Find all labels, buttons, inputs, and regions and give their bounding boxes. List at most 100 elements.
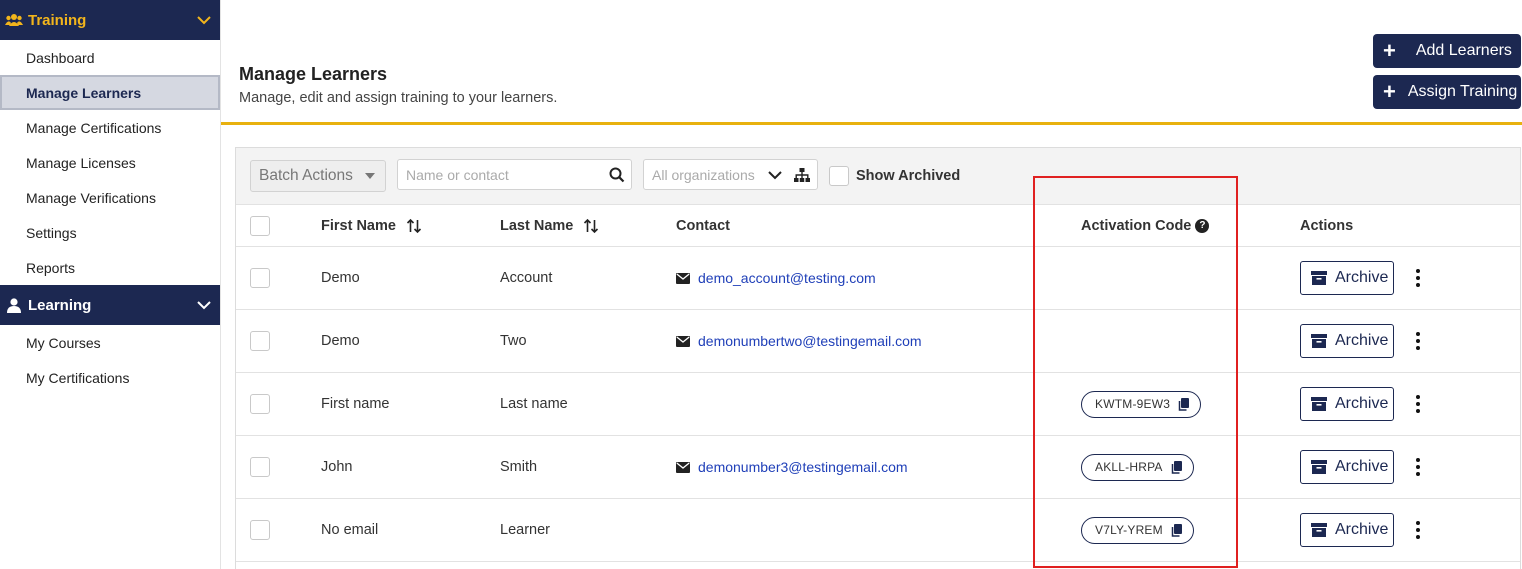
email-link[interactable]: demonumbertwo@testingemail.com bbox=[698, 333, 922, 349]
cell-last-name: Two bbox=[500, 333, 527, 349]
more-options-icon[interactable] bbox=[1412, 454, 1424, 480]
table-row: No email Learner V7LY-YREM Archive bbox=[236, 499, 1520, 562]
activation-code-value: V7LY-YREM bbox=[1095, 523, 1163, 537]
cell-activation-code: V7LY-YREM bbox=[1081, 499, 1194, 561]
add-learners-button[interactable]: + Add Learners bbox=[1373, 34, 1521, 68]
archive-box-icon bbox=[1311, 397, 1327, 411]
column-header-contact: Contact bbox=[676, 217, 730, 234]
hierarchy-icon[interactable] bbox=[794, 168, 810, 182]
organization-select[interactable]: All organizations bbox=[643, 159, 818, 190]
table-header: First Name Last Name Contact Activation … bbox=[236, 205, 1520, 247]
email-link[interactable]: demonumber3@testingemail.com bbox=[698, 459, 908, 475]
help-icon[interactable]: ? bbox=[1195, 218, 1210, 233]
email-link[interactable]: demo_account@testing.com bbox=[698, 270, 876, 286]
show-archived-label: Show Archived bbox=[856, 168, 961, 184]
archive-label: Archive bbox=[1335, 458, 1389, 475]
show-archived-toggle[interactable]: Show Archived bbox=[829, 166, 960, 186]
activation-code-pill[interactable]: V7LY-YREM bbox=[1081, 516, 1194, 544]
row-checkbox[interactable] bbox=[250, 520, 270, 540]
batch-actions-dropdown[interactable]: Batch Actions bbox=[250, 160, 386, 192]
header-divider bbox=[221, 122, 1522, 125]
cell-first-name: No email bbox=[321, 522, 379, 538]
table-row: Demo Account demo_account@testing.com Archi… bbox=[236, 247, 1520, 310]
archive-label: Archive bbox=[1335, 395, 1389, 412]
cell-contact: demonumber3@testingemail.com bbox=[676, 436, 908, 498]
sidebar-item-my-courses[interactable]: My Courses bbox=[0, 325, 220, 360]
copy-icon[interactable] bbox=[1171, 523, 1182, 537]
table-row: John Smith demonumber3@testingemail.com AKL… bbox=[236, 436, 1520, 499]
sidebar-section-learning[interactable]: Learning bbox=[0, 285, 220, 325]
table-row: Demo Two demonumbertwo@testingemail.com Arc… bbox=[236, 310, 1520, 373]
assign-training-label: Assign Training bbox=[1407, 83, 1518, 100]
sidebar-item-manage-licenses[interactable]: Manage Licenses bbox=[0, 145, 220, 180]
search-icon[interactable] bbox=[609, 167, 625, 183]
sidebar-item-dashboard[interactable]: Dashboard bbox=[0, 40, 220, 75]
archive-button[interactable]: Archive bbox=[1300, 513, 1394, 547]
cell-last-name: Learner bbox=[500, 522, 550, 538]
assign-training-button[interactable]: + Assign Training bbox=[1373, 75, 1521, 109]
row-checkbox[interactable] bbox=[250, 394, 270, 414]
chevron-down-icon bbox=[197, 301, 211, 310]
batch-actions-label: Batch Actions bbox=[259, 167, 353, 184]
column-header-first-name[interactable]: First Name bbox=[321, 205, 422, 246]
archive-box-icon bbox=[1311, 271, 1327, 285]
archive-button[interactable]: Archive bbox=[1300, 324, 1394, 358]
cell-contact: demo_account@testing.com bbox=[676, 247, 876, 309]
sidebar-item-settings[interactable]: Settings bbox=[0, 215, 220, 250]
archive-box-icon bbox=[1311, 460, 1327, 474]
cell-actions: Archive bbox=[1300, 247, 1424, 309]
cell-first-name: John bbox=[321, 459, 353, 475]
sort-icon[interactable] bbox=[583, 218, 599, 234]
more-options-icon[interactable] bbox=[1412, 328, 1424, 354]
sidebar-section-label: Learning bbox=[28, 296, 92, 314]
cell-first-name: First name bbox=[321, 396, 390, 412]
archive-box-icon bbox=[1311, 523, 1327, 537]
activation-code-value: KWTM-9EW3 bbox=[1095, 397, 1171, 411]
cell-actions: Archive bbox=[1300, 499, 1424, 561]
copy-icon[interactable] bbox=[1178, 397, 1190, 411]
sidebar-item-reports[interactable]: Reports bbox=[0, 250, 220, 285]
activation-code-value: AKLL-HRPA bbox=[1095, 460, 1163, 474]
sidebar-item-my-certifications[interactable]: My Certifications bbox=[0, 360, 220, 395]
more-options-icon[interactable] bbox=[1412, 265, 1424, 291]
row-checkbox[interactable] bbox=[250, 331, 270, 351]
table-toolbar: Batch Actions All organizations Show Arc… bbox=[236, 148, 1520, 205]
table-row: First name Last name KWTM-9EW3 Archive bbox=[236, 373, 1520, 436]
sidebar-section-label: Training bbox=[28, 11, 87, 29]
plus-icon: + bbox=[1383, 38, 1396, 63]
cell-actions: Archive bbox=[1300, 436, 1424, 498]
sidebar-section-training[interactable]: Training bbox=[0, 0, 220, 40]
column-header-last-name[interactable]: Last Name bbox=[500, 205, 599, 246]
column-header-activation-code: Activation Code ? bbox=[1081, 205, 1210, 246]
activation-code-pill[interactable]: KWTM-9EW3 bbox=[1081, 390, 1202, 418]
search-input[interactable] bbox=[398, 160, 598, 189]
caret-down-icon bbox=[365, 173, 375, 179]
table-body: Demo Account demo_account@testing.com Archi… bbox=[236, 247, 1520, 562]
cell-activation-code: AKLL-HRPA bbox=[1081, 436, 1194, 498]
activation-code-pill[interactable]: AKLL-HRPA bbox=[1081, 453, 1194, 481]
page-title: Manage Learners bbox=[239, 64, 388, 84]
envelope-icon bbox=[676, 335, 690, 347]
sidebar-item-manage-learners[interactable]: Manage Learners bbox=[0, 75, 220, 110]
more-options-icon[interactable] bbox=[1412, 391, 1424, 417]
cell-contact: demonumbertwo@testingemail.com bbox=[676, 310, 922, 372]
cell-actions: Archive bbox=[1300, 373, 1424, 435]
sidebar-item-manage-verifications[interactable]: Manage Verifications bbox=[0, 180, 220, 215]
archive-button[interactable]: Archive bbox=[1300, 261, 1394, 295]
select-all-checkbox[interactable] bbox=[250, 215, 270, 236]
row-checkbox[interactable] bbox=[250, 268, 270, 288]
show-archived-checkbox[interactable] bbox=[829, 166, 849, 186]
row-checkbox[interactable] bbox=[250, 457, 270, 477]
more-options-icon[interactable] bbox=[1412, 517, 1424, 543]
archive-button[interactable]: Archive bbox=[1300, 387, 1394, 421]
cell-last-name: Smith bbox=[500, 459, 538, 475]
column-header-label: First Name bbox=[321, 217, 396, 234]
learners-table-panel: Batch Actions All organizations Show Arc… bbox=[235, 147, 1521, 569]
column-header-label: Activation Code bbox=[1081, 217, 1192, 234]
archive-box-icon bbox=[1311, 334, 1327, 348]
sort-icon[interactable] bbox=[406, 218, 422, 234]
copy-icon[interactable] bbox=[1171, 460, 1182, 474]
sidebar-item-manage-certifications[interactable]: Manage Certifications bbox=[0, 110, 220, 145]
archive-button[interactable]: Archive bbox=[1300, 450, 1394, 484]
sidebar: Training Dashboard Manage Learners Manag… bbox=[0, 0, 221, 569]
